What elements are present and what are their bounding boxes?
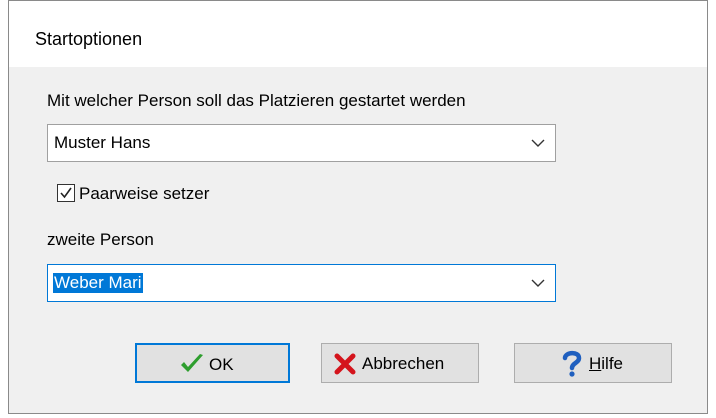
checkmark-icon [60,187,72,199]
pair-checkbox-label[interactable]: Paarweise setzer [79,184,209,204]
cancel-button[interactable]: Abbrechen [321,343,479,383]
ok-button-label: OK [209,355,234,374]
start-person-prompt: Mit welcher Person soll das Platzieren g… [47,91,466,110]
cancel-button-label: Abbrechen [362,354,445,373]
ok-button[interactable]: OK [135,343,290,383]
first-person-value: Muster Hans [54,133,151,152]
dialog-title: Startoptionen [35,29,143,49]
pair-checkbox[interactable] [57,184,75,202]
first-person-select[interactable]: Muster Hans [47,124,556,162]
startoptionen-dialog: Startoptionen Mit welcher Person soll da… [8,0,708,414]
second-person-label: zweite Person [47,230,154,249]
chevron-down-icon [531,139,545,147]
help-button-label: Hilfe [589,354,624,373]
blue-question-icon [562,350,582,377]
chevron-down-icon [531,279,545,287]
dialog-title-bar[interactable]: Startoptionen [9,1,707,67]
help-button[interactable]: Hilfe [514,343,672,383]
second-person-value: Weber Mari [53,273,143,293]
green-checkmark-icon [181,354,203,372]
second-person-select[interactable]: Weber Mari [47,264,556,302]
red-x-icon [334,353,356,375]
